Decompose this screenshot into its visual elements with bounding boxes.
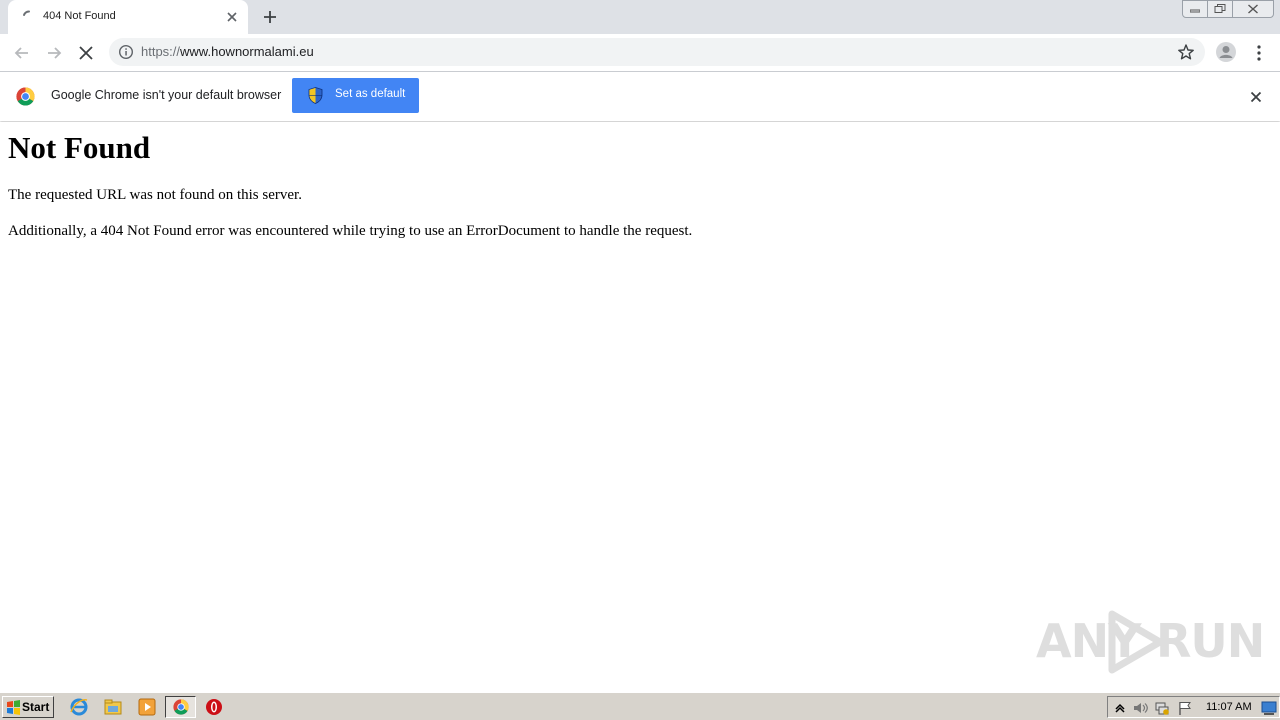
volume-icon[interactable] bbox=[1132, 700, 1148, 716]
chrome-taskbar-button[interactable] bbox=[165, 696, 196, 718]
url-text[interactable]: https://www.hownormalami.eu bbox=[141, 44, 314, 59]
media-player-icon[interactable] bbox=[137, 697, 157, 717]
file-explorer-icon[interactable] bbox=[103, 697, 123, 717]
address-bar[interactable]: https://www.hownormalami.eu bbox=[109, 38, 1205, 66]
tab-close-icon[interactable] bbox=[224, 9, 240, 25]
profile-avatar-icon[interactable] bbox=[1215, 41, 1237, 63]
forward-arrow-icon[interactable] bbox=[43, 42, 65, 64]
close-window-icon bbox=[1248, 4, 1258, 14]
close-window-button[interactable] bbox=[1232, 0, 1274, 18]
anyrun-watermark: ANY RUN bbox=[1036, 610, 1265, 674]
stop-loading-icon[interactable] bbox=[75, 42, 97, 64]
page-content: Not Found The requested URL was not foun… bbox=[0, 122, 1280, 692]
chrome-taskbar-icon bbox=[173, 699, 189, 715]
infobar-message: Google Chrome isn't your default browser bbox=[51, 88, 282, 102]
tab-strip: 404 Not Found bbox=[0, 0, 1280, 34]
minimize-button[interactable] bbox=[1182, 0, 1208, 18]
page-title: Not Found bbox=[8, 130, 151, 165]
show-desktop-icon[interactable] bbox=[1261, 700, 1277, 716]
action-center-flag-icon[interactable] bbox=[1177, 700, 1193, 716]
minimize-icon bbox=[1190, 9, 1200, 13]
set-as-default-label: Set as default bbox=[335, 88, 406, 100]
clock[interactable]: 11:07 AM bbox=[1206, 701, 1252, 713]
loading-spinner-icon bbox=[23, 10, 30, 16]
restore-icon bbox=[1214, 4, 1226, 13]
restore-button[interactable] bbox=[1207, 0, 1233, 18]
start-label: Start bbox=[22, 700, 50, 714]
windows-taskbar: Start 11:07 AM bbox=[0, 692, 1280, 720]
network-icon[interactable] bbox=[1154, 700, 1170, 716]
browser-toolbar: https://www.hownormalami.eu bbox=[0, 34, 1280, 71]
default-browser-infobar: Google Chrome isn't your default browser… bbox=[0, 71, 1280, 121]
error-detail: Additionally, a 404 Not Found error was … bbox=[8, 223, 693, 239]
url-scheme: https:// bbox=[141, 44, 181, 59]
tab-title: 404 Not Found bbox=[43, 10, 116, 22]
start-button[interactable]: Start bbox=[2, 696, 54, 718]
tab-active[interactable]: 404 Not Found bbox=[8, 0, 248, 34]
uac-shield-icon bbox=[308, 87, 323, 104]
error-message: The requested URL was not found on this … bbox=[8, 187, 302, 203]
internet-explorer-icon[interactable] bbox=[69, 697, 89, 717]
infobar-close-icon[interactable] bbox=[1248, 89, 1264, 105]
opera-icon[interactable] bbox=[204, 697, 224, 717]
windows-flag-icon bbox=[7, 700, 20, 715]
new-tab-icon[interactable] bbox=[259, 6, 281, 28]
system-tray: 11:07 AM bbox=[1107, 696, 1280, 718]
info-icon[interactable] bbox=[118, 44, 134, 60]
back-arrow-icon[interactable] bbox=[11, 42, 33, 64]
url-host: www.hownormalami.eu bbox=[180, 44, 314, 59]
show-hidden-icons-icon[interactable] bbox=[1112, 700, 1128, 716]
watermark-right-text: RUN bbox=[1156, 614, 1265, 668]
bookmark-star-icon[interactable] bbox=[1177, 43, 1195, 61]
menu-kebab-icon[interactable] bbox=[1248, 42, 1270, 64]
chrome-logo-icon bbox=[16, 87, 35, 106]
set-as-default-button[interactable]: Set as default bbox=[292, 78, 419, 113]
window-controls bbox=[1182, 0, 1274, 18]
